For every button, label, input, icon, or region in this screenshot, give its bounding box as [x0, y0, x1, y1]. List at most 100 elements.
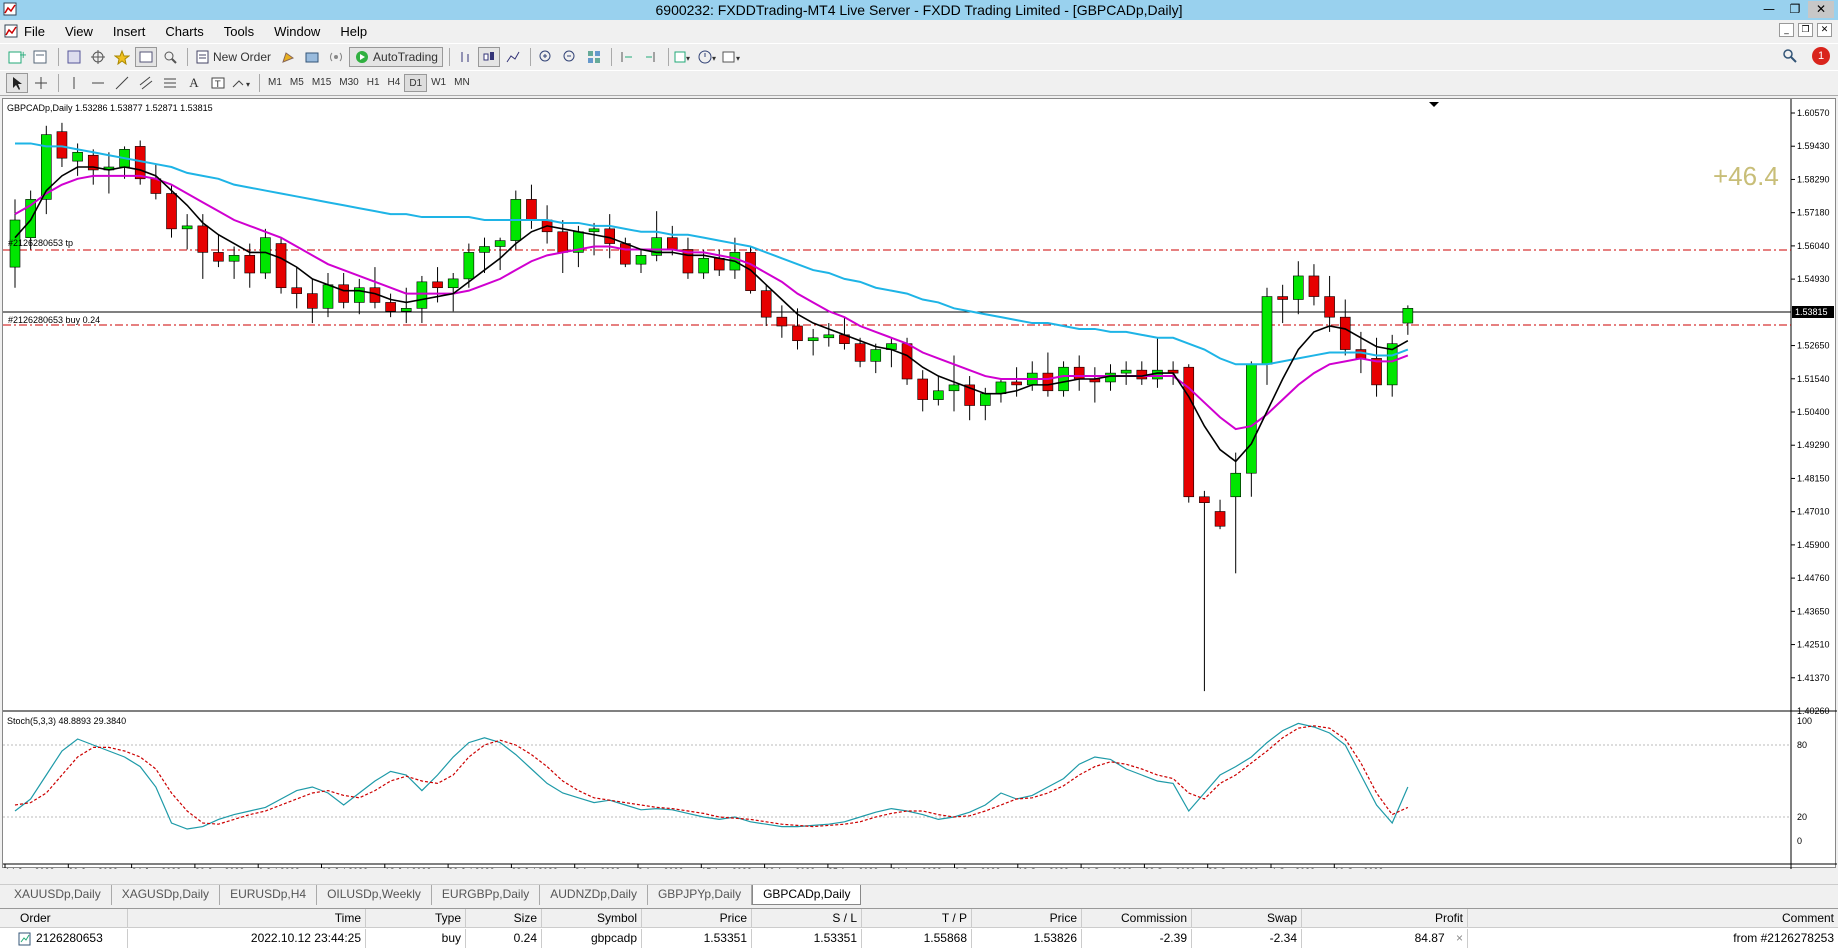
signals-icon[interactable] [301, 47, 323, 67]
tab-gbpjpyp-daily[interactable]: GBPJPYp,Daily [648, 885, 753, 905]
svg-text:▾: ▾ [712, 54, 716, 63]
metaeditor-icon[interactable] [277, 47, 299, 67]
child-close-button[interactable]: ✕ [1817, 23, 1832, 37]
market-watch-icon[interactable] [63, 47, 85, 67]
autotrading-button[interactable]: AutoTrading [349, 46, 443, 67]
timeframe-mn[interactable]: MN [450, 74, 474, 92]
child-restore-button[interactable]: ❐ [1798, 23, 1813, 37]
date-tick-label: 6 Jul 2022 [258, 867, 300, 869]
zoom-out-icon[interactable] [559, 47, 581, 67]
bar-chart-icon[interactable] [454, 47, 476, 67]
col-profit[interactable]: Profit [1302, 909, 1468, 927]
zoom-in-icon[interactable] [535, 47, 557, 67]
line-chart-icon[interactable] [502, 47, 524, 67]
new-order-button[interactable]: New Order [192, 47, 275, 67]
candle-body [322, 284, 334, 309]
col-swap[interactable]: Swap [1192, 909, 1302, 927]
new-chart-icon[interactable]: + [6, 47, 28, 67]
col-price[interactable]: Price [642, 909, 752, 927]
chart-shift-icon[interactable] [640, 47, 662, 67]
text-label-icon[interactable]: T [207, 73, 229, 93]
notification-badge[interactable]: 1 [1812, 47, 1830, 65]
candle-body [1058, 366, 1069, 392]
tab-audnzdp-daily[interactable]: AUDNZDp,Daily [540, 885, 648, 905]
price-tick-label: 1.56040 [1797, 241, 1830, 251]
candle-body [1120, 369, 1132, 374]
table-row[interactable]: 2126280653 2022.10.12 23:44:25 buy 0.24 … [0, 929, 1838, 948]
tab-eurusdp-h4[interactable]: EURUSDp,H4 [220, 885, 318, 905]
candlestick-icon[interactable] [477, 46, 500, 67]
profiles-icon[interactable] [30, 47, 52, 67]
tp-label: #2126280653 tp [8, 238, 73, 248]
toolbar-separator [259, 74, 260, 92]
menu-window[interactable]: Window [274, 24, 320, 39]
timeframe-h1[interactable]: H1 [363, 74, 384, 92]
restore-button[interactable]: ❐ [1782, 1, 1808, 18]
col-time[interactable]: Time [128, 909, 366, 927]
horizontal-line-icon[interactable] [87, 73, 109, 93]
autoscroll-icon[interactable] [616, 47, 638, 67]
menu-insert[interactable]: Insert [113, 24, 146, 39]
timeframe-d1[interactable]: D1 [404, 74, 428, 92]
fibonacci-icon[interactable] [159, 73, 181, 93]
menu-tools[interactable]: Tools [224, 24, 254, 39]
cursor-icon[interactable] [6, 73, 28, 93]
tab-oilusdp-weekly[interactable]: OILUSDp,Weekly [317, 885, 432, 905]
child-minimize-button[interactable]: _ [1779, 23, 1794, 37]
close-button[interactable]: ✕ [1808, 1, 1834, 18]
timeframe-m1[interactable]: M1 [264, 74, 286, 92]
periods-icon[interactable]: ▾ [697, 47, 719, 67]
chart-shift-marker-icon[interactable] [1429, 102, 1439, 107]
terminal-icon[interactable] [135, 46, 157, 67]
radio-icon[interactable] [325, 47, 347, 67]
col-size[interactable]: Size [466, 909, 542, 927]
candle-body [1261, 296, 1273, 365]
minimize-button[interactable]: — [1756, 1, 1782, 18]
candle-body [948, 384, 960, 392]
col-commission[interactable]: Commission [1082, 909, 1192, 927]
col-type[interactable]: Type [366, 909, 466, 927]
timeframe-m30[interactable]: M30 [335, 74, 362, 92]
text-icon[interactable]: A [183, 73, 205, 93]
col-current-price[interactable]: Price [972, 909, 1082, 927]
strategy-tester-icon[interactable] [159, 47, 181, 67]
col-order[interactable]: Order [0, 909, 128, 927]
candle-body [1324, 296, 1335, 318]
timeframe-w1[interactable]: W1 [427, 74, 450, 92]
favorites-icon[interactable] [111, 47, 133, 67]
close-order-icon[interactable]: × [1456, 931, 1463, 945]
navigator-icon[interactable] [87, 47, 109, 67]
date-tick-label: 4 Oct 2022 [1271, 867, 1315, 869]
tab-eurgbpp-daily[interactable]: EURGBPp,Daily [432, 885, 541, 905]
timeframe-m5[interactable]: M5 [286, 74, 308, 92]
col-comment[interactable]: Comment [1468, 909, 1838, 927]
tab-xagusdp-daily[interactable]: XAGUSDp,Daily [112, 885, 221, 905]
tile-windows-icon[interactable] [583, 47, 605, 67]
menu-charts[interactable]: Charts [165, 24, 203, 39]
indicators-icon[interactable]: ▾ [673, 47, 695, 67]
col-sl[interactable]: S / L [752, 909, 862, 927]
candle-body [416, 281, 428, 309]
candle-body [338, 284, 349, 303]
timeframe-m15[interactable]: M15 [308, 74, 335, 92]
price-chart[interactable]: 1.60570 1.59430 1.58290 1.57180 1.56040 1.549… [3, 99, 1837, 869]
menu-file[interactable]: File [24, 24, 45, 39]
col-symbol[interactable]: Symbol [542, 909, 642, 927]
search-icon[interactable] [1782, 48, 1798, 67]
trendline-icon[interactable] [111, 73, 133, 93]
crosshair-icon[interactable] [30, 73, 52, 93]
col-tp[interactable]: T / P [862, 909, 972, 927]
price-tick-label: 1.42510 [1797, 640, 1830, 650]
templates-icon[interactable]: ▾ [721, 47, 743, 67]
vertical-line-icon[interactable] [63, 73, 85, 93]
equidistant-channel-icon[interactable] [135, 73, 157, 93]
menu-help[interactable]: Help [340, 24, 367, 39]
menu-view[interactable]: View [65, 24, 93, 39]
current-price-label: 1.53815 [1795, 307, 1828, 317]
tab-xauusdp-daily[interactable]: XAUUSDp,Daily [4, 885, 112, 905]
tab-gbpcadp-daily[interactable]: GBPCADp,Daily [752, 885, 862, 905]
timeframe-h4[interactable]: H4 [384, 74, 405, 92]
arrows-icon[interactable]: ▾ [231, 73, 253, 93]
cell-commission: -2.39 [1082, 929, 1192, 948]
chart-window[interactable]: 1.60570 1.59430 1.58290 1.57180 1.56040 1.549… [2, 98, 1837, 869]
